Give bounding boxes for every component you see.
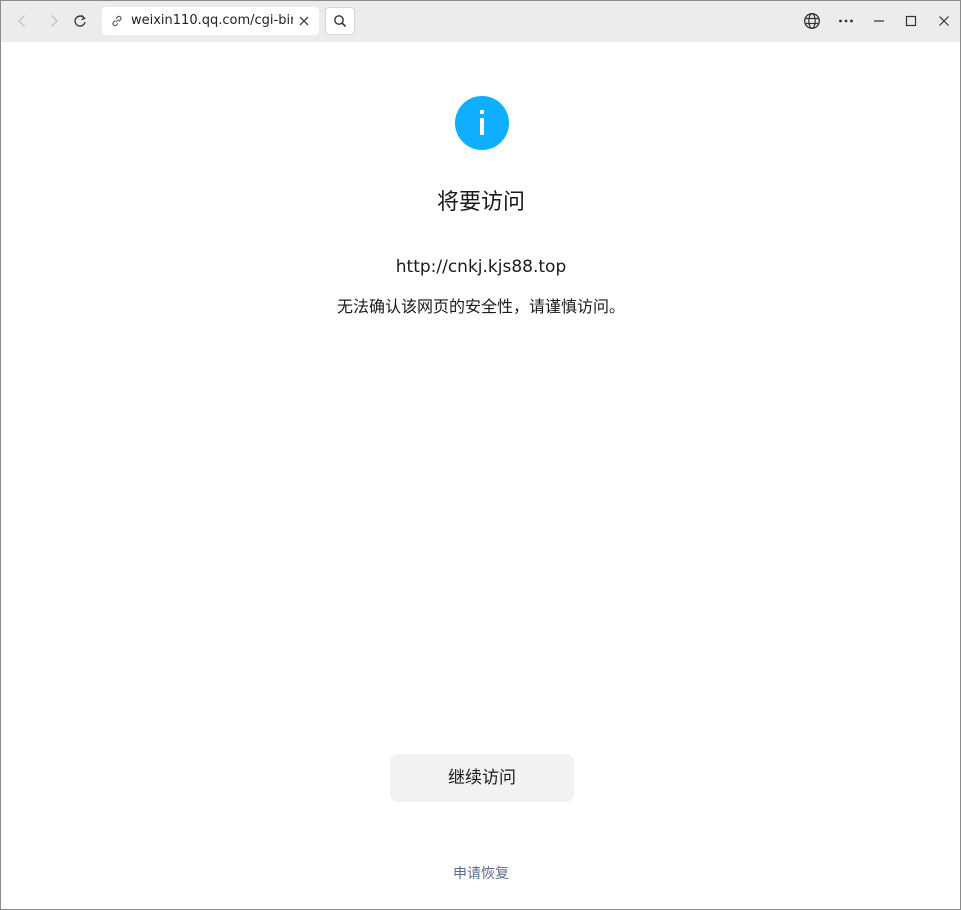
link-icon (112, 15, 122, 27)
target-url: http://cnkj.kjs88.top (395, 257, 567, 277)
reload-icon (74, 14, 86, 27)
minimize-icon (874, 20, 884, 22)
address-bar-url[interactable]: weixin110.qq.com/cgi-bin/m (131, 13, 293, 29)
search-button[interactable] (325, 7, 355, 35)
maximize-icon (905, 15, 917, 27)
page-title: 将要访问 (436, 190, 525, 215)
minimize-button[interactable] (865, 7, 893, 35)
more-button[interactable] (832, 7, 860, 35)
info-icon (455, 96, 509, 150)
browser-window: weixin110.qq.com/cgi-bin/m (0, 0, 961, 910)
chevron-right-icon (51, 15, 58, 27)
info-glyph (480, 110, 484, 135)
back-button[interactable] (8, 7, 36, 35)
chevron-left-icon (18, 15, 25, 27)
continue-button[interactable]: 继续访问 (390, 754, 574, 802)
close-icon (939, 16, 949, 26)
maximize-button[interactable] (897, 7, 925, 35)
clear-url-button[interactable] (297, 14, 311, 28)
more-icon (839, 19, 853, 23)
close-window-button[interactable] (930, 7, 958, 35)
security-warning: 无法确认该网页的安全性，请谨慎访问。 (336, 297, 625, 316)
search-icon (334, 15, 347, 28)
globe-icon (804, 13, 820, 29)
address-bar[interactable]: weixin110.qq.com/cgi-bin/m (102, 7, 319, 35)
forward-button[interactable] (40, 7, 68, 35)
language-button[interactable] (798, 7, 826, 35)
reload-button[interactable] (66, 7, 94, 35)
browser-toolbar: weixin110.qq.com/cgi-bin/m (1, 1, 960, 42)
apply-recovery-link[interactable]: 申请恢复 (431, 863, 531, 885)
